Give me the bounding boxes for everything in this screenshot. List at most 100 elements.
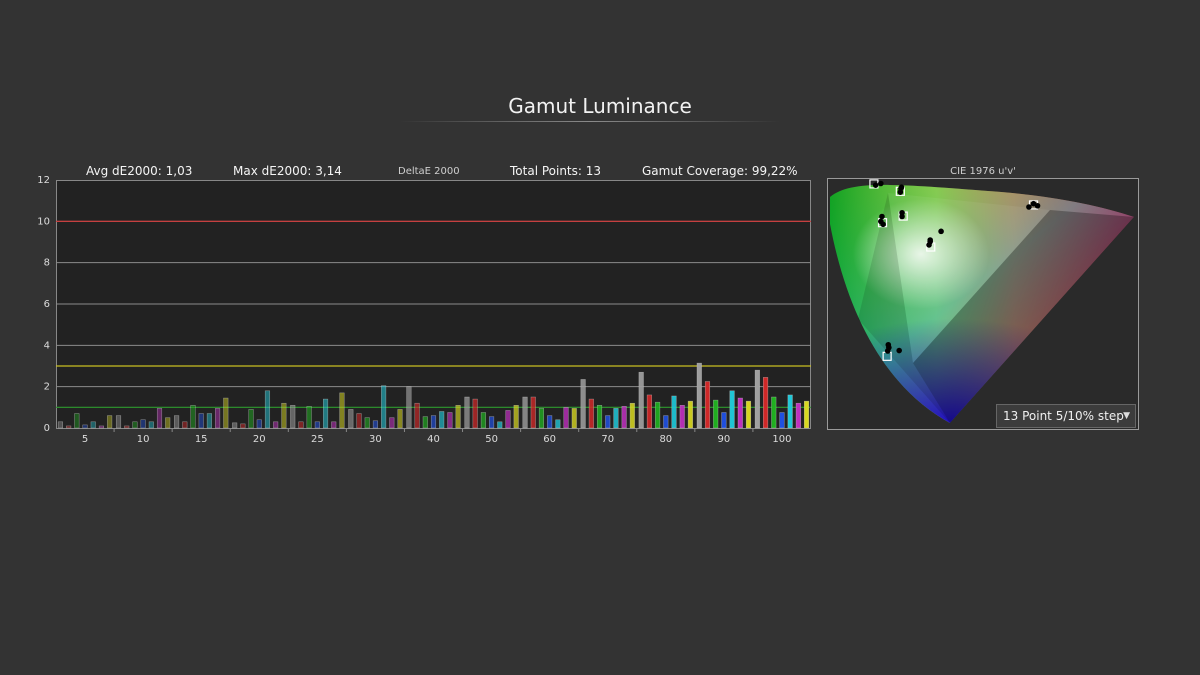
- bar: [430, 415, 437, 429]
- y-tick-label: 8: [44, 258, 50, 269]
- bar: [696, 362, 702, 429]
- cie-measured-point: [878, 180, 884, 187]
- bar: [447, 412, 453, 429]
- bar: [804, 400, 810, 429]
- y-tick-label: 2: [44, 382, 50, 393]
- y-tick-label: 10: [37, 216, 50, 227]
- cie-measured-point: [898, 184, 905, 190]
- bar: [679, 405, 685, 429]
- cie-measured-point: [897, 189, 904, 195]
- bar: [290, 405, 296, 429]
- bar: [256, 419, 262, 429]
- bar: [240, 423, 246, 429]
- cie-measured-point: [896, 347, 902, 354]
- bar: [704, 381, 711, 429]
- bar: [754, 369, 760, 429]
- bar: [563, 407, 569, 429]
- cie-measured-point: [1026, 204, 1032, 210]
- bar: [57, 421, 63, 429]
- bar: [132, 421, 138, 429]
- bar: [414, 402, 420, 429]
- bar: [372, 420, 378, 429]
- bar: [580, 379, 586, 429]
- chevron-down-icon: ▼: [1123, 411, 1130, 421]
- x-tick-label: 40: [427, 434, 440, 445]
- bar: [364, 417, 370, 429]
- step-pattern-select[interactable]: 13 Point 5/10% step ▼: [996, 404, 1136, 428]
- bar: [629, 402, 635, 429]
- bar: [223, 397, 229, 429]
- bar: [174, 415, 180, 429]
- x-tick-label: 25: [311, 434, 324, 445]
- bar: [671, 395, 677, 429]
- bar: [422, 416, 428, 429]
- y-tick-label: 6: [44, 299, 50, 310]
- bar: [248, 409, 254, 429]
- bar: [737, 397, 743, 429]
- bar: [480, 412, 486, 429]
- bar: [281, 402, 287, 429]
- step-pattern-value: 13 Point 5/10% step: [1003, 409, 1124, 423]
- x-tick-label: 30: [369, 434, 382, 445]
- cie-measured-point: [926, 242, 932, 248]
- bar: [489, 416, 495, 429]
- bar: [331, 421, 337, 429]
- bar: [90, 421, 96, 429]
- bar: [314, 421, 320, 429]
- bar: [646, 394, 652, 429]
- cie-diagram: [830, 179, 1134, 429]
- bar: [455, 405, 461, 429]
- bar: [389, 417, 395, 429]
- bar: [779, 412, 785, 429]
- x-tick-label: 10: [137, 434, 150, 445]
- bar: [348, 409, 354, 429]
- bar: [571, 408, 577, 429]
- x-tick-label: 5: [82, 434, 88, 445]
- bar: [547, 415, 553, 429]
- bar: [522, 396, 528, 429]
- cie-title: CIE 1976 u'v': [950, 166, 1016, 177]
- y-tick-label: 0: [44, 423, 50, 434]
- bar: [165, 417, 171, 429]
- bar: [555, 419, 561, 429]
- bar: [66, 425, 72, 429]
- cie-measured-point: [884, 348, 891, 354]
- bar: [215, 408, 221, 429]
- x-tick-label: 20: [253, 434, 266, 445]
- bar: [729, 390, 735, 429]
- bar: [397, 409, 403, 429]
- bar: [124, 425, 130, 429]
- cie-measured-point: [899, 213, 905, 220]
- bar: [381, 385, 387, 429]
- bar: [763, 377, 769, 429]
- bar: [655, 401, 661, 429]
- x-tick-label: 60: [543, 434, 556, 445]
- bar: [596, 405, 603, 429]
- bar: [771, 396, 777, 429]
- cie-measured-point: [938, 228, 944, 235]
- x-tick-label: 50: [485, 434, 498, 445]
- bar: [713, 399, 719, 429]
- bar: [795, 402, 801, 429]
- bar: [621, 406, 627, 429]
- bar: [497, 421, 503, 429]
- bar: [687, 400, 693, 429]
- bar: [339, 392, 345, 429]
- cie-measured-point: [927, 237, 933, 243]
- bar: [745, 400, 752, 429]
- bar: [82, 424, 88, 429]
- bar: [264, 390, 271, 429]
- bar: [198, 413, 204, 429]
- bar: [464, 396, 470, 429]
- bar: [787, 394, 793, 429]
- bar: [182, 421, 188, 429]
- cie-measured-point: [1034, 202, 1041, 209]
- bar: [273, 421, 279, 429]
- bar: [613, 408, 619, 429]
- x-tick-label: 100: [772, 434, 791, 445]
- cie-diagram-frame: [827, 178, 1139, 430]
- bar: [74, 413, 80, 429]
- cie-measured-point: [872, 182, 879, 188]
- bar: [439, 411, 445, 429]
- bar: [638, 371, 644, 429]
